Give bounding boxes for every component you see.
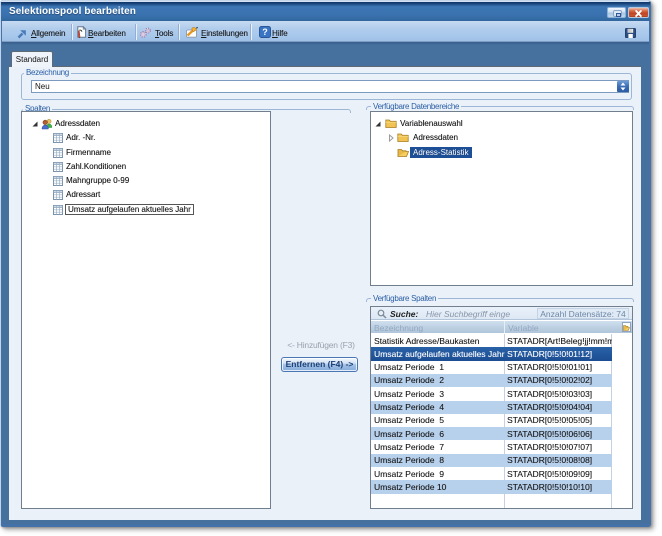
svg-text:?: ? bbox=[262, 27, 268, 37]
